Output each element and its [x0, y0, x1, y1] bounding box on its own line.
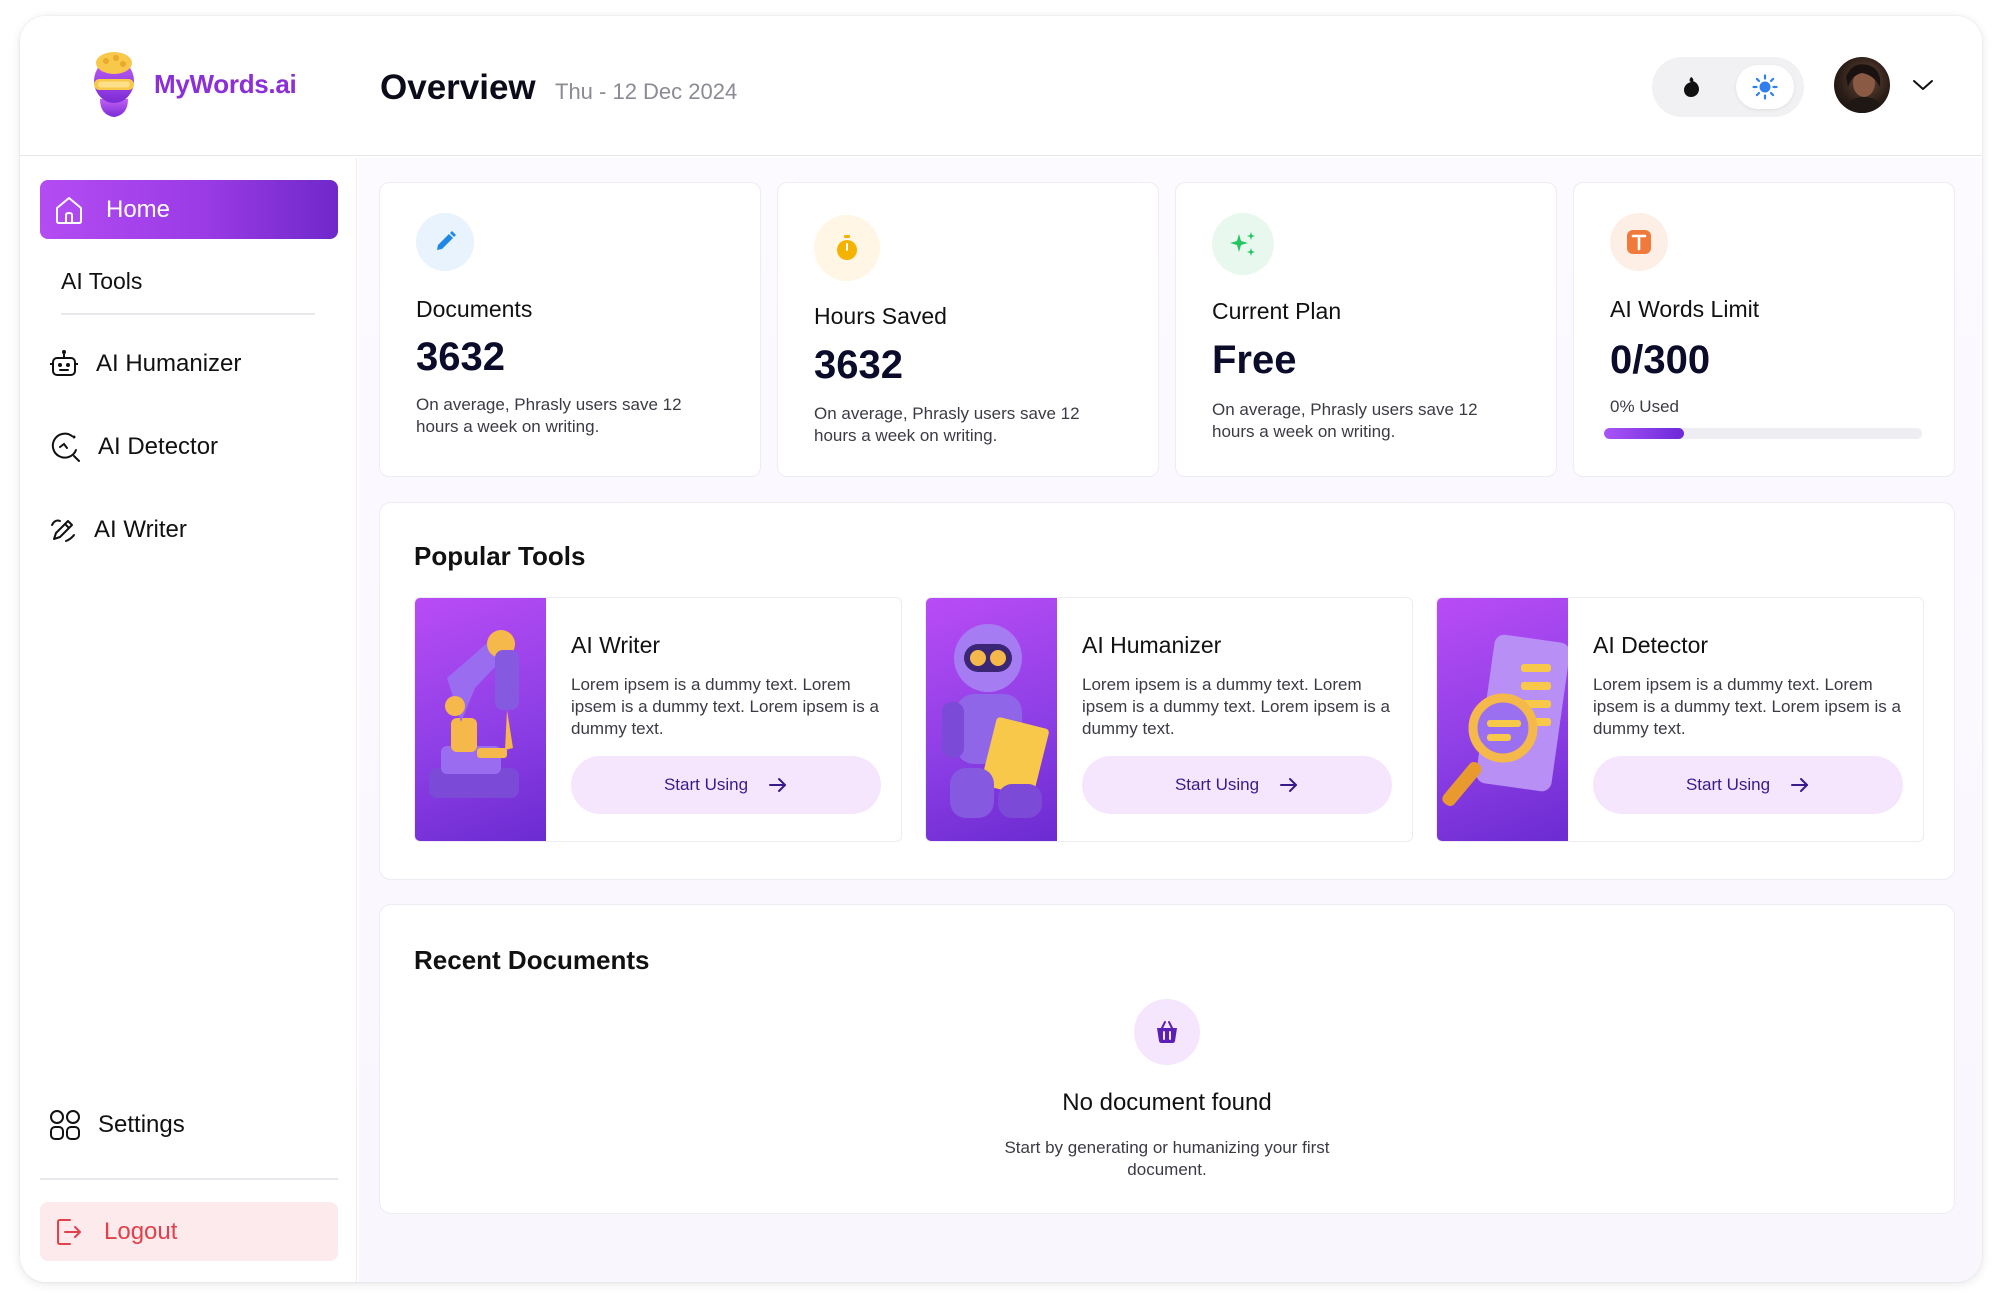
empty-state-title: No document found [1062, 1089, 1272, 1116]
tool-description: Lorem ipsem is a dummy text. Lorem ipsem… [571, 675, 879, 738]
sidebar-item-label: AI Humanizer [96, 350, 242, 377]
usage-label: 0% Used [1610, 397, 1679, 416]
popular-tools-panel: Popular Tools AI Writer Lorem ipsem is a… [379, 502, 1955, 880]
pen-icon [51, 519, 75, 542]
stat-description: On average, Phrasly users save 12 hours … [1212, 400, 1478, 441]
stat-value: 3632 [814, 343, 903, 387]
text-icon [1610, 213, 1668, 271]
chevron-down-icon [1913, 80, 1933, 90]
divider [61, 313, 315, 315]
logout-label: Logout [104, 1217, 178, 1245]
section-title-popular-tools: Popular Tools [414, 541, 586, 571]
tool-description: Lorem ipsem is a dummy text. Lorem ipsem… [1593, 675, 1901, 738]
sidebar-item-label: Settings [98, 1111, 185, 1138]
divider [40, 1178, 338, 1180]
tool-card-ai-writer[interactable]: AI Writer Lorem ipsem is a dummy text. L… [414, 597, 902, 842]
theme-toggle [1652, 57, 1804, 117]
logo[interactable]: MyWords.ai [86, 49, 297, 119]
light-mode-button[interactable] [1736, 65, 1794, 109]
button-label: Start Using [663, 775, 749, 794]
home-icon [56, 196, 82, 224]
sidebar-item-label: Home [106, 195, 171, 223]
page-date: Thu - 12 Dec 2024 [555, 79, 738, 104]
start-using-button[interactable]: Start Using [1593, 756, 1903, 814]
stat-title: Current Plan [1212, 298, 1342, 324]
sidebar-item-ai-detector[interactable]: AI Detector [48, 427, 218, 467]
arrow-right-icon [1791, 778, 1809, 792]
sun-icon [1752, 74, 1778, 100]
stopwatch-icon [814, 215, 880, 281]
stat-card-current-plan[interactable]: Current Plan Free On average, Phrasly us… [1175, 182, 1557, 477]
logo-mark-icon [86, 49, 142, 119]
stat-title: Hours Saved [814, 303, 947, 329]
sidebar-item-home[interactable]: Home [40, 180, 338, 239]
grid-icon [50, 1110, 80, 1140]
logout-button[interactable]: Logout [40, 1202, 338, 1261]
usage-progress-fill [1604, 428, 1684, 439]
page-title: Overview [380, 68, 536, 107]
tool-description: Lorem ipsem is a dummy text. Lorem ipsem… [1082, 675, 1390, 738]
arrow-right-icon [1280, 778, 1298, 792]
sidebar-item-settings[interactable]: Settings [48, 1105, 185, 1145]
stat-value: Free [1212, 338, 1297, 382]
empty-state-description: Start by generating or humanizing your f… [1004, 1138, 1330, 1179]
robot-arm-writing-illustration [415, 598, 546, 841]
stat-title: Documents [416, 296, 533, 322]
stat-description: On average, Phrasly users save 12 hours … [814, 404, 1080, 445]
top-bar: MyWords.ai Overview Thu - 12 Dec 2024 [20, 16, 1982, 156]
arrow-right-icon [769, 778, 787, 792]
app-window: MyWords.ai Overview Thu - 12 Dec 2024 Ho… [20, 16, 1982, 1282]
magnifier-document-illustration [1437, 598, 1570, 841]
sidebar-item-label: AI Writer [94, 516, 187, 543]
section-title-ai-tools: AI Tools [61, 268, 143, 294]
avatar[interactable] [1834, 57, 1890, 113]
stat-card-documents[interactable]: Documents 3632 On average, Phrasly users… [379, 182, 761, 477]
section-title-recent-documents: Recent Documents [414, 945, 650, 975]
dark-mode-button[interactable] [1662, 65, 1720, 109]
stat-value: 0/300 [1610, 338, 1711, 382]
robot-reading-illustration [926, 598, 1057, 841]
stat-title: AI Words Limit [1610, 296, 1760, 322]
tool-name: AI Detector [1593, 632, 1709, 658]
start-using-button[interactable]: Start Using [571, 756, 881, 814]
main-content: Documents 3632 On average, Phrasly users… [359, 158, 1982, 1282]
recent-documents-panel: Recent Documents No document found Start… [379, 904, 1955, 1214]
tool-name: AI Humanizer [1082, 632, 1222, 658]
start-using-button[interactable]: Start Using [1082, 756, 1392, 814]
usage-progress-bar [1604, 428, 1922, 439]
sidebar: Home AI Tools AI Humanizer AI Detector A… [20, 158, 357, 1282]
tool-card-ai-detector[interactable]: AI Detector Lorem ipsem is a dummy text.… [1436, 597, 1924, 842]
sparkles-icon [1212, 213, 1274, 275]
stat-value: 3632 [416, 335, 505, 379]
sidebar-item-ai-writer[interactable]: AI Writer [48, 510, 187, 550]
profile-menu-toggle[interactable] [1910, 72, 1936, 98]
detector-icon [51, 432, 80, 462]
moon-icon [1684, 77, 1699, 97]
logo-text: MyWords.ai [154, 68, 297, 99]
tool-card-ai-humanizer[interactable]: AI Humanizer Lorem ipsem is a dummy text… [925, 597, 1413, 842]
pencil-icon [416, 213, 474, 271]
stat-description: On average, Phrasly users save 12 hours … [416, 395, 682, 436]
tool-name: AI Writer [571, 632, 661, 658]
basket-icon [1134, 999, 1200, 1065]
button-label: Start Using [1685, 775, 1771, 794]
button-label: Start Using [1174, 775, 1260, 794]
robot-icon [50, 350, 78, 376]
sidebar-item-ai-humanizer[interactable]: AI Humanizer [48, 344, 241, 384]
stat-card-ai-words-limit[interactable]: AI Words Limit 0/300 0% Used [1573, 182, 1955, 477]
logout-icon [57, 1218, 81, 1245]
stat-card-hours-saved[interactable]: Hours Saved 3632 On average, Phrasly use… [777, 182, 1159, 477]
sidebar-item-label: AI Detector [98, 433, 219, 460]
